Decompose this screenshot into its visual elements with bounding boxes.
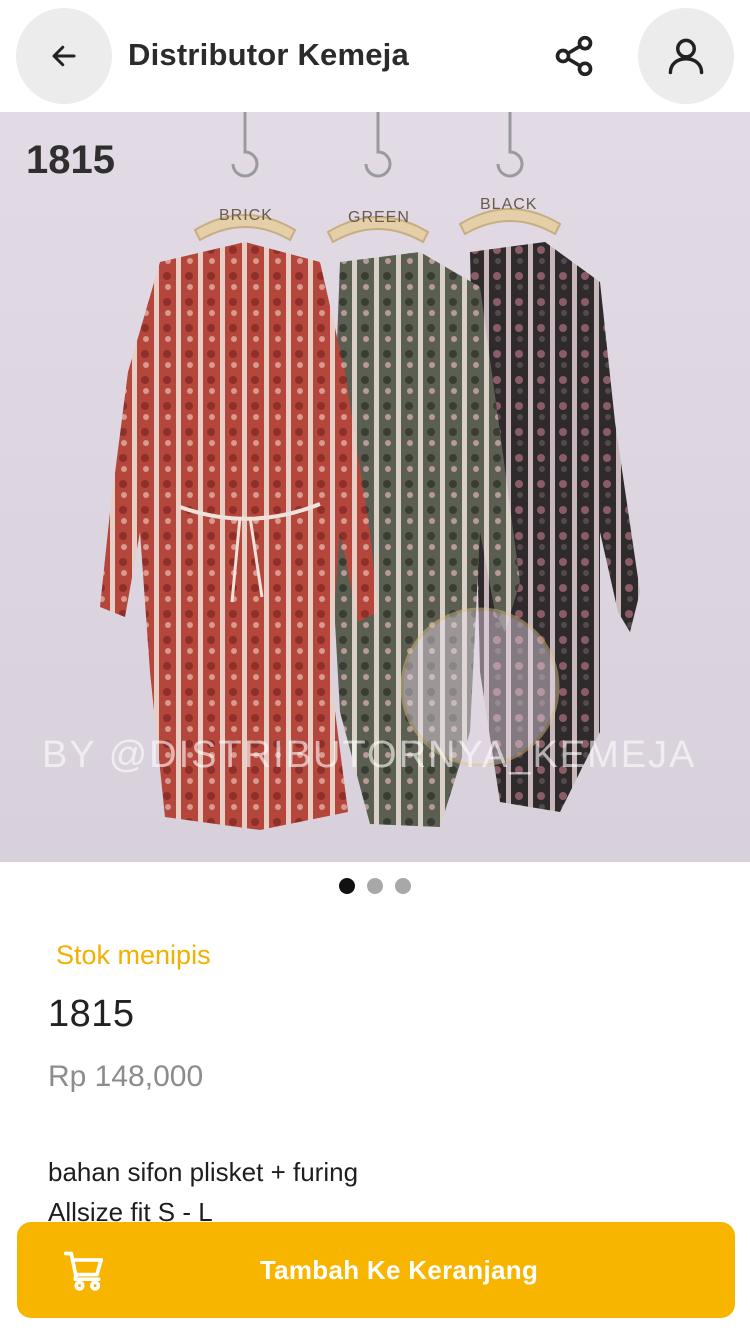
back-button[interactable] (16, 8, 112, 104)
product-name: 1815 (48, 993, 135, 1035)
add-to-cart-button[interactable]: Tambah Ke Keranjang (17, 1222, 735, 1318)
share-icon (555, 35, 593, 77)
product-price: Rp 148,000 (48, 1060, 204, 1093)
description-line: bahan sifon plisket + furing (48, 1157, 359, 1187)
pager-dot-2[interactable] (367, 878, 383, 894)
image-pager-dots (0, 878, 750, 894)
product-description: bahan sifon plisket + furing Allsize fit… (48, 1152, 358, 1232)
product-image[interactable]: 1815 BRICK GREEN BLACK BY @DISTRIBUTORNY… (0, 112, 750, 862)
image-code-label: 1815 (26, 138, 115, 182)
top-app-bar: Distributor Kemeja (0, 0, 750, 112)
stock-status: Stok menipis (56, 940, 211, 970)
hanger-label-brick: BRICK (219, 207, 273, 224)
user-icon (668, 38, 704, 75)
hanger-label-black: BLACK (480, 196, 538, 213)
profile-button[interactable] (638, 8, 734, 104)
page-title: Distributor Kemeja (128, 37, 409, 72)
pager-dot-1[interactable] (339, 878, 355, 894)
pager-dot-3[interactable] (395, 878, 411, 894)
arrow-left-icon (52, 45, 76, 67)
image-watermark: BY @DISTRIBUTORNYA_KEMEJA (42, 734, 697, 776)
add-to-cart-label: Tambah Ke Keranjang (259, 1255, 539, 1285)
hanger-label-green: GREEN (348, 209, 410, 226)
share-button[interactable] (546, 26, 602, 86)
